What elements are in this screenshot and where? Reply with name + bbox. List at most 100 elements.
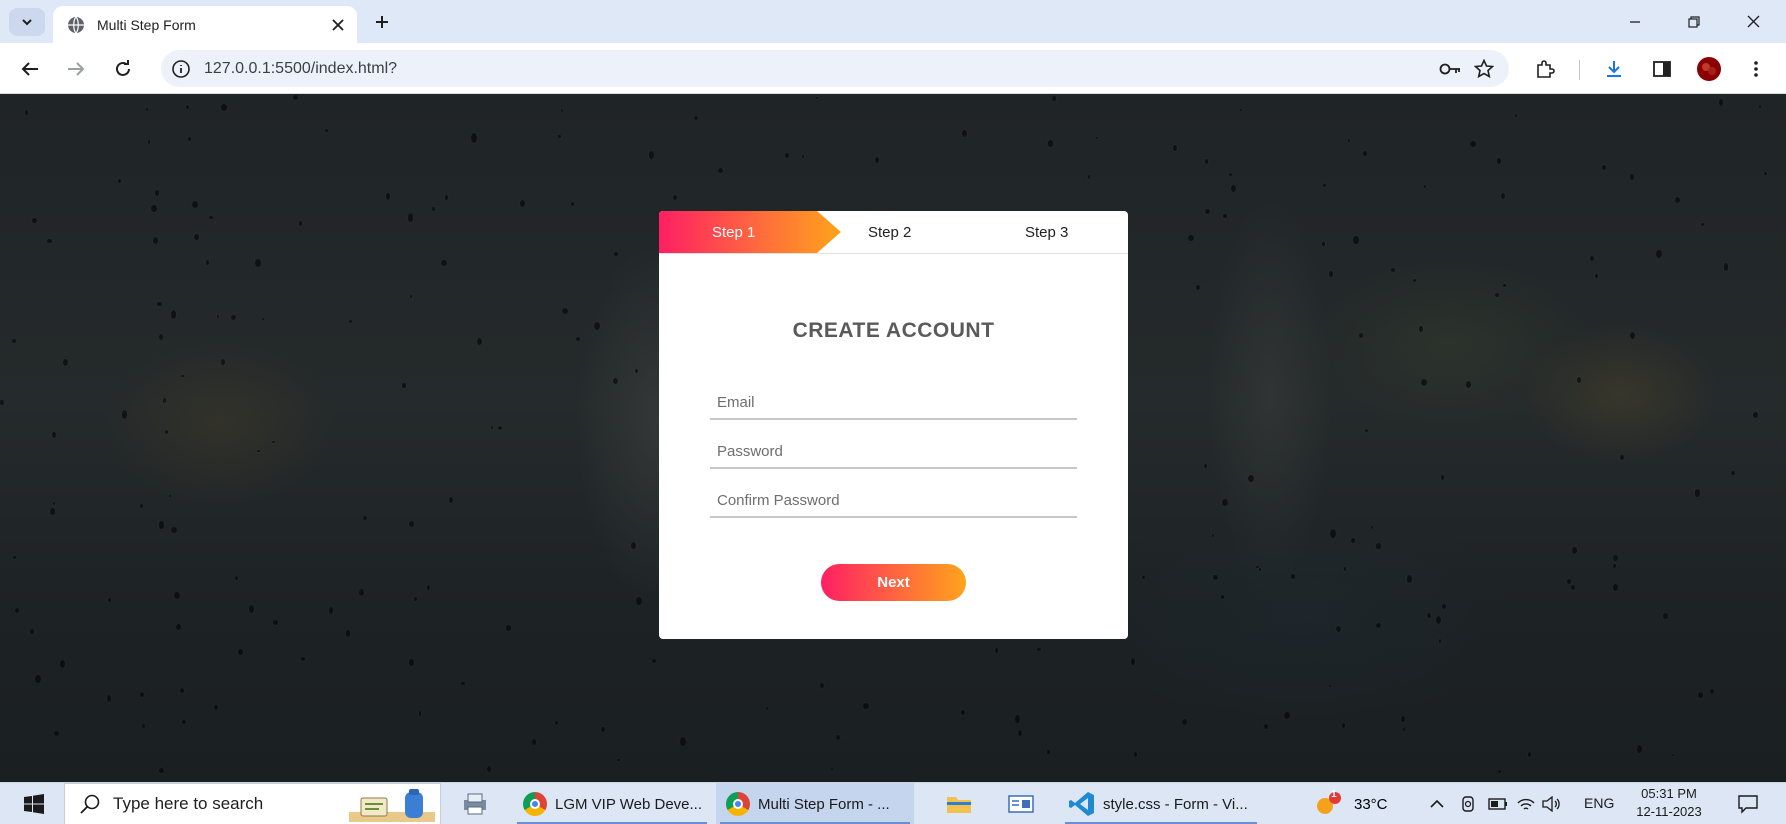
vscode-icon bbox=[1069, 792, 1094, 816]
rain-droplet bbox=[631, 541, 637, 549]
taskbar-app-chrome-form[interactable]: Multi Step Form - ... bbox=[716, 783, 914, 824]
rain-droplet bbox=[1470, 140, 1476, 147]
taskbar-app-printer[interactable] bbox=[456, 783, 494, 824]
rain-droplet bbox=[1347, 139, 1351, 143]
download-icon bbox=[1607, 61, 1621, 77]
rain-droplet bbox=[601, 726, 606, 733]
rain-droplet bbox=[139, 691, 144, 697]
reload-button[interactable] bbox=[108, 54, 138, 84]
rain-droplet bbox=[862, 702, 869, 709]
rain-droplet bbox=[1376, 622, 1382, 628]
rain-droplet bbox=[1613, 584, 1618, 591]
rain-droplet bbox=[170, 310, 177, 319]
restore-button[interactable] bbox=[1665, 0, 1723, 43]
close-window-button[interactable] bbox=[1724, 0, 1782, 43]
rain-droplet bbox=[1629, 173, 1634, 180]
notification-center-button[interactable] bbox=[1728, 783, 1768, 824]
rain-droplet bbox=[612, 377, 618, 384]
tray-clock[interactable]: 05:31 PM 12-11-2023 bbox=[1628, 785, 1710, 821]
rain-droplet bbox=[32, 218, 37, 223]
rain-droplet bbox=[1656, 249, 1663, 259]
step-2-label[interactable]: Step 2 bbox=[868, 224, 911, 241]
rain-droplet bbox=[187, 137, 191, 141]
password-key-button[interactable] bbox=[1433, 52, 1467, 86]
browser-menu-button[interactable] bbox=[1740, 53, 1772, 85]
tray-language[interactable]: ENG bbox=[1584, 795, 1614, 811]
weather-temperature: 33°C bbox=[1354, 795, 1388, 813]
step-3-label[interactable]: Step 3 bbox=[1025, 224, 1068, 241]
start-button[interactable] bbox=[14, 783, 54, 824]
profile-avatar[interactable] bbox=[1693, 53, 1725, 85]
downloads-button[interactable] bbox=[1598, 53, 1630, 85]
rain-droplet bbox=[47, 238, 52, 244]
tab-close-button[interactable] bbox=[323, 10, 353, 40]
address-bar[interactable]: 127.0.0.1:5500/index.html? bbox=[161, 50, 1509, 87]
rain-droplet bbox=[174, 591, 180, 599]
rain-droplet bbox=[273, 619, 278, 625]
rain-droplet bbox=[12, 555, 16, 560]
rain-droplet bbox=[558, 135, 561, 138]
email-field[interactable] bbox=[710, 386, 1077, 420]
rain-droplet bbox=[407, 213, 414, 223]
rain-droplet bbox=[1263, 723, 1269, 729]
bookmark-button[interactable] bbox=[1467, 52, 1501, 86]
taskbar-app-chrome-lgm[interactable]: LGM VIP Web Deve... bbox=[513, 783, 711, 824]
puzzle-icon bbox=[1537, 60, 1555, 78]
rain-droplet bbox=[214, 705, 219, 711]
rain-droplet bbox=[217, 315, 220, 318]
forward-button[interactable] bbox=[61, 54, 91, 84]
browser-tab-active[interactable]: Multi Step Form bbox=[53, 6, 357, 43]
taskbar-search-box[interactable]: Type here to search bbox=[64, 783, 441, 824]
rain-droplet bbox=[1239, 108, 1242, 111]
rain-droplet bbox=[170, 527, 177, 533]
rain-droplet bbox=[1291, 573, 1295, 580]
rain-droplet bbox=[476, 338, 482, 346]
back-button[interactable] bbox=[15, 54, 45, 84]
rain-droplet bbox=[1662, 612, 1669, 620]
rain-droplet bbox=[118, 178, 122, 183]
taskbar-app-label: style.css - Form - Vi... bbox=[1103, 795, 1248, 813]
extensions-button[interactable] bbox=[1529, 53, 1561, 85]
rain-droplet bbox=[994, 648, 999, 653]
step-1-label[interactable]: Step 1 bbox=[712, 224, 755, 241]
rain-droplet bbox=[155, 190, 160, 196]
rain-droplet bbox=[694, 115, 698, 120]
rain-droplet bbox=[1436, 615, 1442, 625]
rain-droplet bbox=[121, 410, 128, 419]
site-info-icon[interactable] bbox=[170, 58, 192, 80]
new-tab-button[interactable] bbox=[368, 8, 396, 36]
key-icon bbox=[1439, 63, 1460, 74]
rain-droplet bbox=[15, 608, 19, 614]
taskbar-app-widget[interactable] bbox=[1000, 783, 1042, 824]
weather-widget[interactable]: 1 33°C bbox=[1314, 783, 1388, 824]
rain-droplet bbox=[1441, 475, 1445, 480]
password-field[interactable] bbox=[710, 435, 1077, 469]
tray-overflow-button[interactable] bbox=[1426, 783, 1448, 824]
rain-droplet bbox=[29, 628, 34, 634]
rain-droplet bbox=[1359, 332, 1364, 339]
tab-search-button[interactable] bbox=[9, 8, 45, 36]
tab-title: Multi Step Form bbox=[97, 16, 196, 33]
confirm-password-field[interactable] bbox=[710, 484, 1077, 518]
rain-droplet bbox=[571, 202, 575, 207]
rain-droplet bbox=[1636, 745, 1643, 753]
tray-meet-now[interactable] bbox=[1456, 783, 1480, 824]
minimize-button[interactable] bbox=[1606, 0, 1664, 43]
close-icon bbox=[1747, 15, 1759, 28]
rain-droplet bbox=[1498, 770, 1501, 774]
tray-battery[interactable] bbox=[1486, 783, 1510, 824]
rain-droplet bbox=[1441, 604, 1446, 610]
tray-volume[interactable] bbox=[1540, 783, 1564, 824]
next-button[interactable]: Next bbox=[821, 564, 966, 601]
tray-wifi[interactable] bbox=[1514, 783, 1538, 824]
arrow-right-icon bbox=[68, 62, 85, 76]
rain-droplet bbox=[147, 140, 150, 144]
taskbar-app-vscode[interactable]: style.css - Form - Vi... bbox=[1061, 783, 1261, 824]
rain-droplet bbox=[1336, 626, 1341, 632]
rain-droplet bbox=[1018, 729, 1023, 736]
rain-droplet bbox=[680, 737, 687, 746]
rain-droplet bbox=[348, 319, 352, 324]
taskbar-app-file-explorer[interactable] bbox=[938, 783, 980, 824]
rain-droplet bbox=[141, 723, 146, 728]
side-panel-button[interactable] bbox=[1646, 53, 1678, 85]
